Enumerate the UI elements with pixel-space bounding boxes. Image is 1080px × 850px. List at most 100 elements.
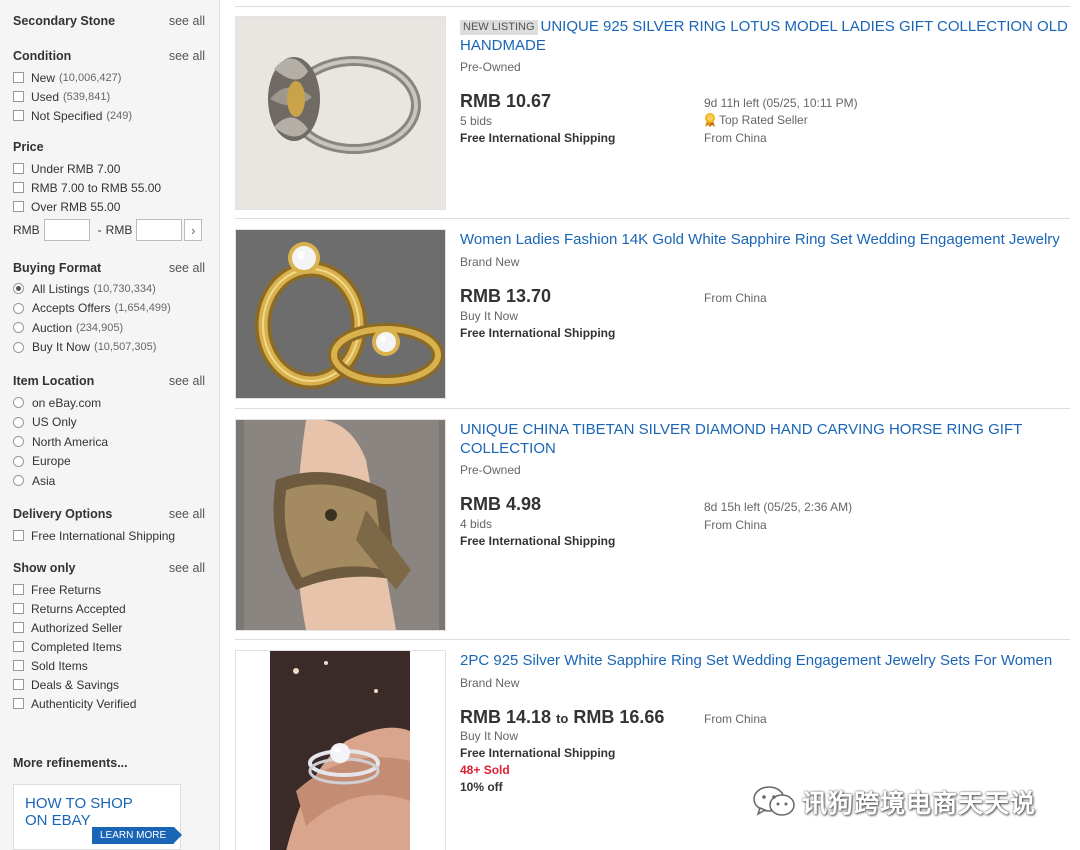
listing-title-link[interactable]: UNIQUE CHINA TIBETAN SILVER DIAMOND HAND… [460, 421, 1070, 458]
radio-button[interactable] [13, 475, 24, 487]
radio-button-selected[interactable] [13, 283, 24, 295]
listing-image[interactable] [235, 419, 446, 631]
new-listing-badge: NEW LISTING [460, 20, 538, 35]
secondary-stone-see-all-link[interactable]: see all [169, 14, 205, 28]
show-only-free-returns[interactable]: Free Returns [13, 580, 205, 599]
listing-title-link[interactable]: 2PC 925 Silver White Sapphire Ring Set W… [460, 652, 1070, 671]
checkbox[interactable] [13, 698, 24, 709]
silver-lotus-ring-icon [236, 17, 445, 209]
radio-button[interactable] [13, 455, 24, 467]
listing-condition: Pre-Owned [460, 463, 521, 477]
listing-condition: Pre-Owned [460, 60, 521, 74]
show-only-title: Show only [13, 561, 76, 575]
show-only-completed-items[interactable]: Completed Items [13, 637, 205, 656]
item-location: From China [704, 291, 767, 305]
condition-section: Condition see all New (10,006,427) Used (5… [13, 49, 205, 125]
price-range: RMB - RMB › [13, 219, 205, 241]
show-only-section: Show only see all Free Returns Returns A… [13, 561, 205, 713]
secondary-stone-section: Secondary Stone see all [13, 14, 205, 28]
learn-more-button[interactable]: LEARN MORE [92, 827, 183, 844]
buying-format-section: Buying Format see all All Listings (10,73… [13, 261, 205, 357]
min-price-label: RMB [13, 223, 40, 237]
delivery-options-section: Delivery Options see all Free Internatio… [13, 507, 205, 545]
listing-price: RMB 10.67 [460, 91, 552, 111]
checkbox[interactable] [13, 530, 24, 541]
delivery-option-free-intl-shipping[interactable]: Free International Shipping [13, 526, 205, 545]
location-option-us-only[interactable]: US Only [13, 413, 205, 433]
more-refinements-link[interactable]: More refinements... [13, 756, 128, 770]
discount-label: 10% off [460, 780, 503, 794]
max-price-label: RMB [105, 223, 133, 237]
item-location-section: Item Location see all on eBay.com US Onl… [13, 374, 205, 491]
location-option-north-america[interactable]: North America [13, 432, 205, 452]
show-only-authenticity-verified[interactable]: Authenticity Verified [13, 694, 205, 713]
condition-option-new[interactable]: New (10,006,427) [13, 68, 205, 87]
shipping-info: Free International Shipping [460, 534, 616, 548]
checkbox[interactable] [13, 91, 24, 102]
time-left: 8d 15h left (05/25, 2:36 AM) [704, 500, 853, 514]
listing-price: RMB 13.70 [460, 286, 552, 306]
checkbox[interactable] [13, 110, 24, 121]
shipping-info: Free International Shipping [460, 326, 616, 340]
min-price-input[interactable] [43, 219, 90, 241]
listing-title-link[interactable]: Women Ladies Fashion 14K Gold White Sapp… [460, 231, 1070, 250]
listing-price-range: RMB 14.18 to RMB 16.66 [460, 707, 665, 727]
price-title: Price [13, 140, 44, 154]
show-only-deals-savings[interactable]: Deals & Savings [13, 675, 205, 694]
show-only-returns-accepted[interactable]: Returns Accepted [13, 599, 205, 618]
checkbox[interactable] [13, 622, 24, 633]
checkbox[interactable] [13, 641, 24, 652]
location-option-ebay-com[interactable]: on eBay.com [13, 393, 205, 413]
top-rated-medal-icon [705, 113, 715, 127]
item-location: From China [704, 131, 767, 145]
format-option-all-listings[interactable]: All Listings (10,730,334) [13, 279, 205, 299]
shipping-info: Free International Shipping [460, 746, 616, 760]
listing-title-link[interactable]: NEW LISTING UNIQUE 925 SILVER RING LOTUS … [460, 18, 1070, 55]
listing-image[interactable] [235, 229, 446, 399]
show-only-see-all-link[interactable]: see all [169, 561, 205, 575]
location-option-asia[interactable]: Asia [13, 471, 205, 491]
listing-condition: Brand New [460, 255, 520, 269]
format-option-buy-it-now[interactable]: Buy It Now (10,507,305) [13, 338, 205, 358]
checkbox[interactable] [13, 584, 24, 595]
price-section: Price Under RMB 7.00 RMB 7.00 to RMB 55.… [13, 140, 205, 241]
max-price-input[interactable] [136, 219, 183, 241]
price-dash: - [97, 223, 102, 237]
checkbox[interactable] [13, 679, 24, 690]
show-only-sold-items[interactable]: Sold Items [13, 656, 205, 675]
format-option-accepts-offers[interactable]: Accepts Offers (1,654,499) [13, 299, 205, 319]
delivery-options-see-all-link[interactable]: see all [169, 507, 205, 521]
price-submit-button[interactable]: › [184, 219, 203, 241]
sold-count: 48+ Sold [460, 763, 510, 777]
condition-see-all-link[interactable]: see all [169, 49, 205, 63]
radio-button[interactable] [13, 322, 24, 334]
listing-image[interactable] [235, 650, 446, 850]
checkbox[interactable] [13, 163, 24, 174]
price-option-over[interactable]: Over RMB 55.00 [13, 197, 205, 216]
radio-button[interactable] [13, 302, 24, 314]
radio-button[interactable] [13, 416, 24, 428]
buying-format-see-all-link[interactable]: see all [169, 261, 205, 275]
condition-option-used[interactable]: Used (539,841) [13, 87, 205, 106]
price-option-under[interactable]: Under RMB 7.00 [13, 159, 205, 178]
shipping-info: Free International Shipping [460, 131, 616, 145]
gold-sapphire-ring-set-icon [236, 230, 445, 398]
checkbox[interactable] [13, 603, 24, 614]
checkbox[interactable] [13, 72, 24, 83]
checkbox[interactable] [13, 182, 24, 193]
radio-button[interactable] [13, 341, 24, 353]
format-option-auction[interactable]: Auction (234,905) [13, 318, 205, 338]
how-to-shop-ad[interactable]: HOW TO SHOP ON EBAY LEARN MORE [13, 784, 183, 850]
checkbox[interactable] [13, 660, 24, 671]
show-only-authorized-seller[interactable]: Authorized Seller [13, 618, 205, 637]
item-location-see-all-link[interactable]: see all [169, 374, 205, 388]
condition-option-not-specified[interactable]: Not Specified (249) [13, 106, 205, 125]
radio-button[interactable] [13, 397, 24, 409]
listing-image[interactable] [235, 16, 446, 210]
buy-it-now-label: Buy It Now [460, 729, 519, 743]
checkbox[interactable] [13, 201, 24, 212]
location-option-europe[interactable]: Europe [13, 452, 205, 472]
item-location: From China [704, 712, 767, 726]
radio-button[interactable] [13, 436, 24, 448]
price-option-between[interactable]: RMB 7.00 to RMB 55.00 [13, 178, 205, 197]
